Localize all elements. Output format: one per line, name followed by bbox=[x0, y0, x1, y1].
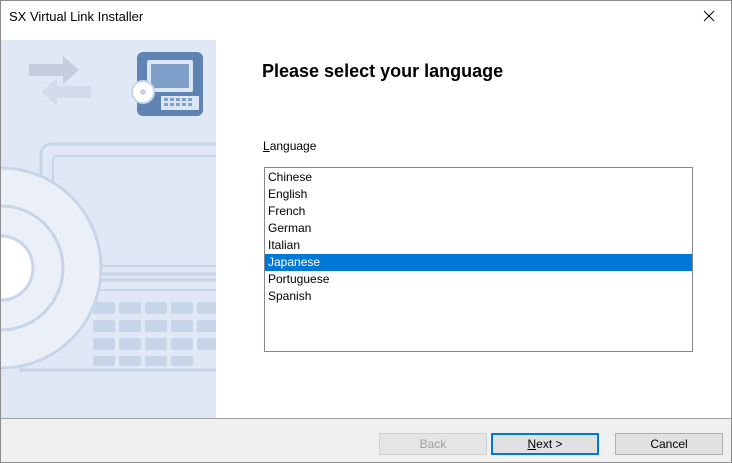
language-label-text: anguage bbox=[269, 139, 317, 153]
language-option[interactable]: Spanish bbox=[265, 288, 692, 305]
language-option[interactable]: Chinese bbox=[265, 169, 692, 186]
back-button[interactable]: Back bbox=[379, 433, 487, 455]
disc-illustration bbox=[1, 166, 103, 370]
title-bar: SX Virtual Link Installer bbox=[1, 1, 731, 30]
close-button[interactable] bbox=[687, 1, 731, 30]
language-option[interactable]: Japanese bbox=[265, 254, 692, 271]
next-button-text: ext > bbox=[536, 437, 563, 451]
page-heading: Please select your language bbox=[262, 61, 504, 81]
side-banner bbox=[1, 40, 216, 418]
language-label-accelerator: L bbox=[263, 139, 270, 153]
language-option[interactable]: French bbox=[265, 203, 692, 220]
language-option[interactable]: Italian bbox=[265, 237, 692, 254]
language-option[interactable]: Portuguese bbox=[265, 271, 692, 288]
installer-window: SX Virtual Link Installer Please select … bbox=[0, 0, 732, 463]
next-button[interactable]: Next > bbox=[491, 433, 599, 455]
cancel-button[interactable]: Cancel bbox=[615, 433, 723, 455]
keyboard-illustration bbox=[93, 302, 216, 366]
language-option[interactable]: English bbox=[265, 186, 692, 203]
computer-icon bbox=[131, 52, 203, 116]
network-arrows-icon bbox=[29, 56, 91, 106]
language-option[interactable]: German bbox=[265, 220, 692, 237]
next-button-accelerator: N bbox=[527, 437, 537, 451]
window-title: SX Virtual Link Installer bbox=[9, 9, 144, 24]
close-icon bbox=[703, 10, 715, 21]
language-label: Language bbox=[263, 139, 316, 153]
button-bar: Back Next > Cancel bbox=[1, 419, 731, 462]
language-listbox[interactable]: Chinese English French German Italian Japanes… bbox=[264, 167, 693, 352]
